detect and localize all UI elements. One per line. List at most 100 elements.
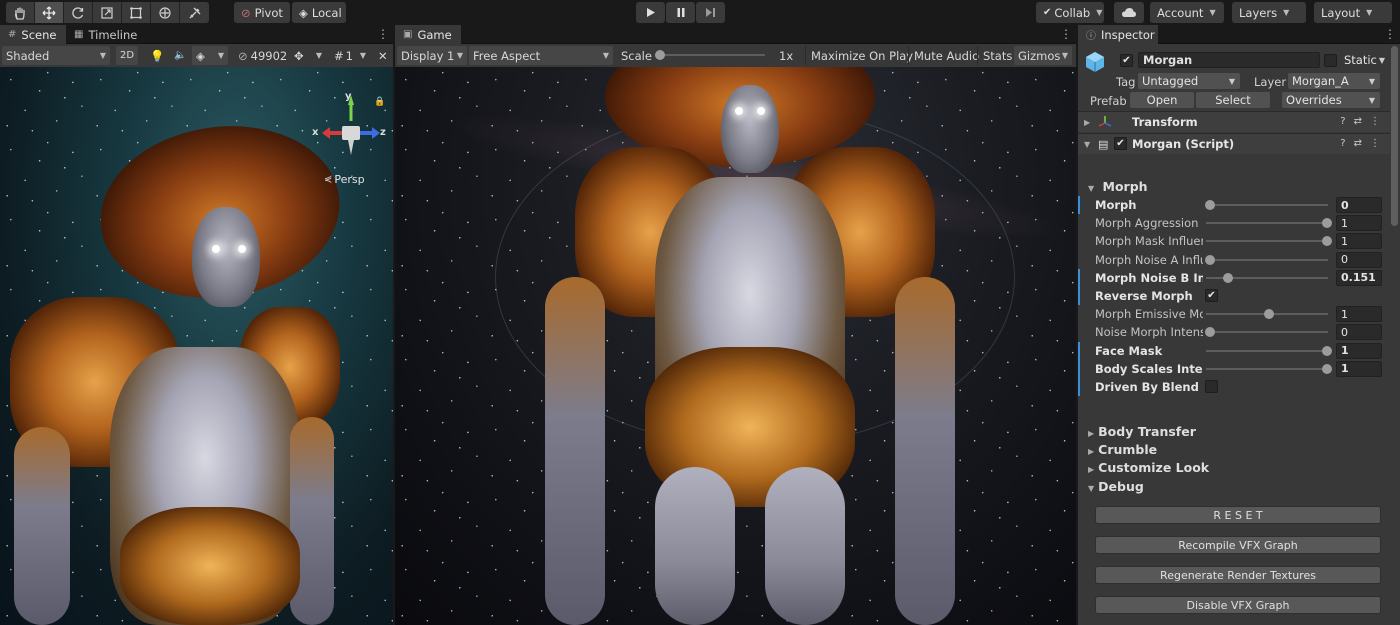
game-viewport[interactable] bbox=[395, 67, 1076, 625]
transform-component-header[interactable]: ▶ Transform ? ⇄ ⋮ bbox=[1078, 111, 1390, 132]
gizmo-z-cone[interactable] bbox=[372, 127, 380, 139]
tab-game[interactable]: ▣ Game bbox=[395, 25, 461, 44]
step-button[interactable] bbox=[696, 2, 725, 23]
pause-button[interactable] bbox=[666, 2, 695, 23]
tools-icon[interactable]: ✕ bbox=[374, 46, 392, 65]
scale-slider-track[interactable] bbox=[655, 50, 765, 60]
cloud-button[interactable] bbox=[1114, 2, 1144, 23]
rect-tool-icon[interactable] bbox=[122, 2, 151, 23]
property-slider[interactable] bbox=[1206, 240, 1328, 243]
script-enabled-checkbox[interactable]: ✔ bbox=[1114, 137, 1127, 150]
scale-tool-icon[interactable] bbox=[93, 2, 122, 23]
scene-menu-icon[interactable]: ⋮ bbox=[377, 27, 389, 41]
layers-dropdown[interactable]: Layers ▼ bbox=[1232, 2, 1306, 23]
property-slider-knob[interactable] bbox=[1322, 363, 1332, 374]
audio-icon[interactable]: 🔈 bbox=[170, 46, 190, 65]
inspector-menu-icon[interactable]: ⋮ bbox=[1384, 27, 1396, 41]
preset-icon[interactable]: ⇄ bbox=[1354, 116, 1362, 127]
grid-dropdown[interactable]: # 1 ▼ bbox=[330, 46, 370, 65]
property-slider-knob[interactable] bbox=[1222, 272, 1233, 283]
object-name-field[interactable]: Morgan bbox=[1138, 52, 1320, 68]
transform-tool-icon[interactable] bbox=[151, 2, 180, 23]
tab-scene[interactable]: # Scene bbox=[0, 25, 66, 44]
gizmo-center-cube[interactable] bbox=[342, 126, 360, 140]
property-value-field[interactable]: 1 bbox=[1336, 306, 1382, 323]
prefab-open-button[interactable]: Open bbox=[1130, 92, 1194, 108]
local-toggle[interactable]: ◈ Local bbox=[292, 2, 346, 23]
property-slider-knob[interactable] bbox=[1322, 345, 1332, 356]
context-menu-icon[interactable]: ⋮ bbox=[1370, 138, 1380, 149]
maximize-on-play-toggle[interactable]: Maximize On Play bbox=[805, 46, 917, 65]
property-slider-knob[interactable] bbox=[1322, 236, 1332, 247]
static-checkbox[interactable] bbox=[1324, 54, 1337, 67]
layer-dropdown[interactable]: Morgan_A ▼ bbox=[1288, 73, 1380, 89]
property-checkbox[interactable]: ✔ bbox=[1205, 289, 1218, 302]
section-foldout[interactable]: ▶ Crumble bbox=[1088, 442, 1157, 457]
shading-mode-dropdown[interactable]: Shaded ▼ bbox=[2, 46, 110, 65]
aspect-dropdown[interactable]: Free Aspect ▼ bbox=[469, 46, 613, 65]
section-foldout[interactable]: ▼ Debug bbox=[1088, 479, 1144, 494]
property-value-field[interactable]: 1 bbox=[1336, 215, 1382, 232]
gizmo-x-cone[interactable] bbox=[322, 127, 330, 139]
property-value-field[interactable]: 1 bbox=[1336, 342, 1382, 359]
inspector-scrollbar[interactable] bbox=[1391, 46, 1398, 226]
context-menu-icon[interactable]: ⋮ bbox=[1370, 116, 1380, 127]
property-value-field[interactable]: 1 bbox=[1336, 360, 1382, 377]
preset-icon[interactable]: ⇄ bbox=[1354, 138, 1362, 149]
game-menu-icon[interactable]: ⋮ bbox=[1060, 27, 1072, 41]
orientation-gizmo[interactable]: y x z 🔒 ⋞ Persp bbox=[310, 91, 390, 188]
hidden-objects-toggle[interactable]: ⊘ 49902 bbox=[234, 46, 291, 65]
property-slider[interactable] bbox=[1206, 349, 1328, 352]
section-foldout[interactable]: ▶ Customize Look bbox=[1088, 460, 1209, 475]
gizmos-dropdown[interactable]: Gizmos ▼ bbox=[1014, 46, 1072, 65]
play-button[interactable] bbox=[636, 2, 665, 23]
property-slider-knob[interactable] bbox=[1263, 309, 1274, 320]
debug-button[interactable]: Recompile VFX Graph bbox=[1095, 536, 1381, 554]
debug-button[interactable]: Disable VFX Graph bbox=[1095, 596, 1381, 614]
property-checkbox[interactable] bbox=[1205, 380, 1218, 393]
property-value-field[interactable]: 1 bbox=[1336, 233, 1382, 250]
property-slider[interactable] bbox=[1206, 367, 1328, 370]
effects-dropdown[interactable]: ◈ ▼ bbox=[192, 46, 228, 65]
active-checkbox[interactable]: ✔ bbox=[1120, 54, 1133, 67]
tab-inspector[interactable]: ⓘ Inspector bbox=[1078, 25, 1158, 44]
pivot-toggle[interactable]: ⊘ Pivot bbox=[234, 2, 290, 23]
property-slider[interactable] bbox=[1206, 258, 1328, 261]
debug-button[interactable]: Regenerate Render Textures bbox=[1095, 566, 1381, 584]
mute-audio-toggle[interactable]: Mute Audio bbox=[908, 46, 983, 65]
move-tool-icon[interactable] bbox=[35, 2, 64, 23]
property-slider-knob[interactable] bbox=[1205, 327, 1215, 338]
scene-view-options[interactable]: ✥ ▼ bbox=[290, 46, 326, 65]
morph-foldout[interactable]: ▼ Morph bbox=[1088, 179, 1148, 194]
property-slider[interactable] bbox=[1206, 204, 1328, 206]
persp-toggle[interactable]: ⋞ Persp bbox=[324, 173, 365, 186]
help-icon[interactable]: ? bbox=[1340, 138, 1345, 149]
property-slider[interactable] bbox=[1206, 222, 1328, 225]
debug-button[interactable]: R E S E T bbox=[1095, 506, 1381, 524]
prefab-select-button[interactable]: Select bbox=[1196, 92, 1270, 108]
property-value-field[interactable]: 0 bbox=[1336, 324, 1382, 341]
stats-toggle[interactable]: Stats bbox=[977, 46, 1016, 65]
scale-slider-knob[interactable] bbox=[655, 50, 665, 60]
prefab-overrides-dropdown[interactable]: Overrides ▼ bbox=[1282, 92, 1380, 108]
property-value-field[interactable]: 0 bbox=[1336, 251, 1382, 268]
property-slider[interactable] bbox=[1206, 331, 1328, 334]
collab-dropdown[interactable]: ✔ Collab ▼ bbox=[1036, 2, 1104, 23]
hand-tool-icon[interactable] bbox=[6, 2, 35, 23]
property-value-field[interactable]: 0 bbox=[1336, 197, 1382, 213]
mode-2d-toggle[interactable]: 2D bbox=[116, 46, 138, 65]
script-component-header[interactable]: ▼ ▤ ✔ Morgan (Script) ? ⇄ ⋮ bbox=[1078, 133, 1390, 154]
property-slider-knob[interactable] bbox=[1322, 218, 1332, 229]
property-slider-knob[interactable] bbox=[1205, 254, 1215, 265]
help-icon[interactable]: ? bbox=[1340, 116, 1345, 127]
custom-tool-icon[interactable] bbox=[180, 2, 209, 23]
tag-dropdown[interactable]: Untagged ▼ bbox=[1138, 73, 1240, 89]
account-dropdown[interactable]: Account ▼ bbox=[1150, 2, 1224, 23]
display-dropdown[interactable]: Display 1 ▼ bbox=[397, 46, 467, 65]
tab-timeline[interactable]: ▦ Timeline bbox=[66, 25, 146, 44]
rotate-tool-icon[interactable] bbox=[64, 2, 93, 23]
layout-dropdown[interactable]: Layout ▼ bbox=[1314, 2, 1392, 23]
section-foldout[interactable]: ▶ Body Transfer bbox=[1088, 424, 1196, 439]
static-dropdown[interactable]: Static ▼ bbox=[1340, 52, 1390, 68]
lock-icon[interactable]: 🔒 bbox=[374, 97, 385, 107]
